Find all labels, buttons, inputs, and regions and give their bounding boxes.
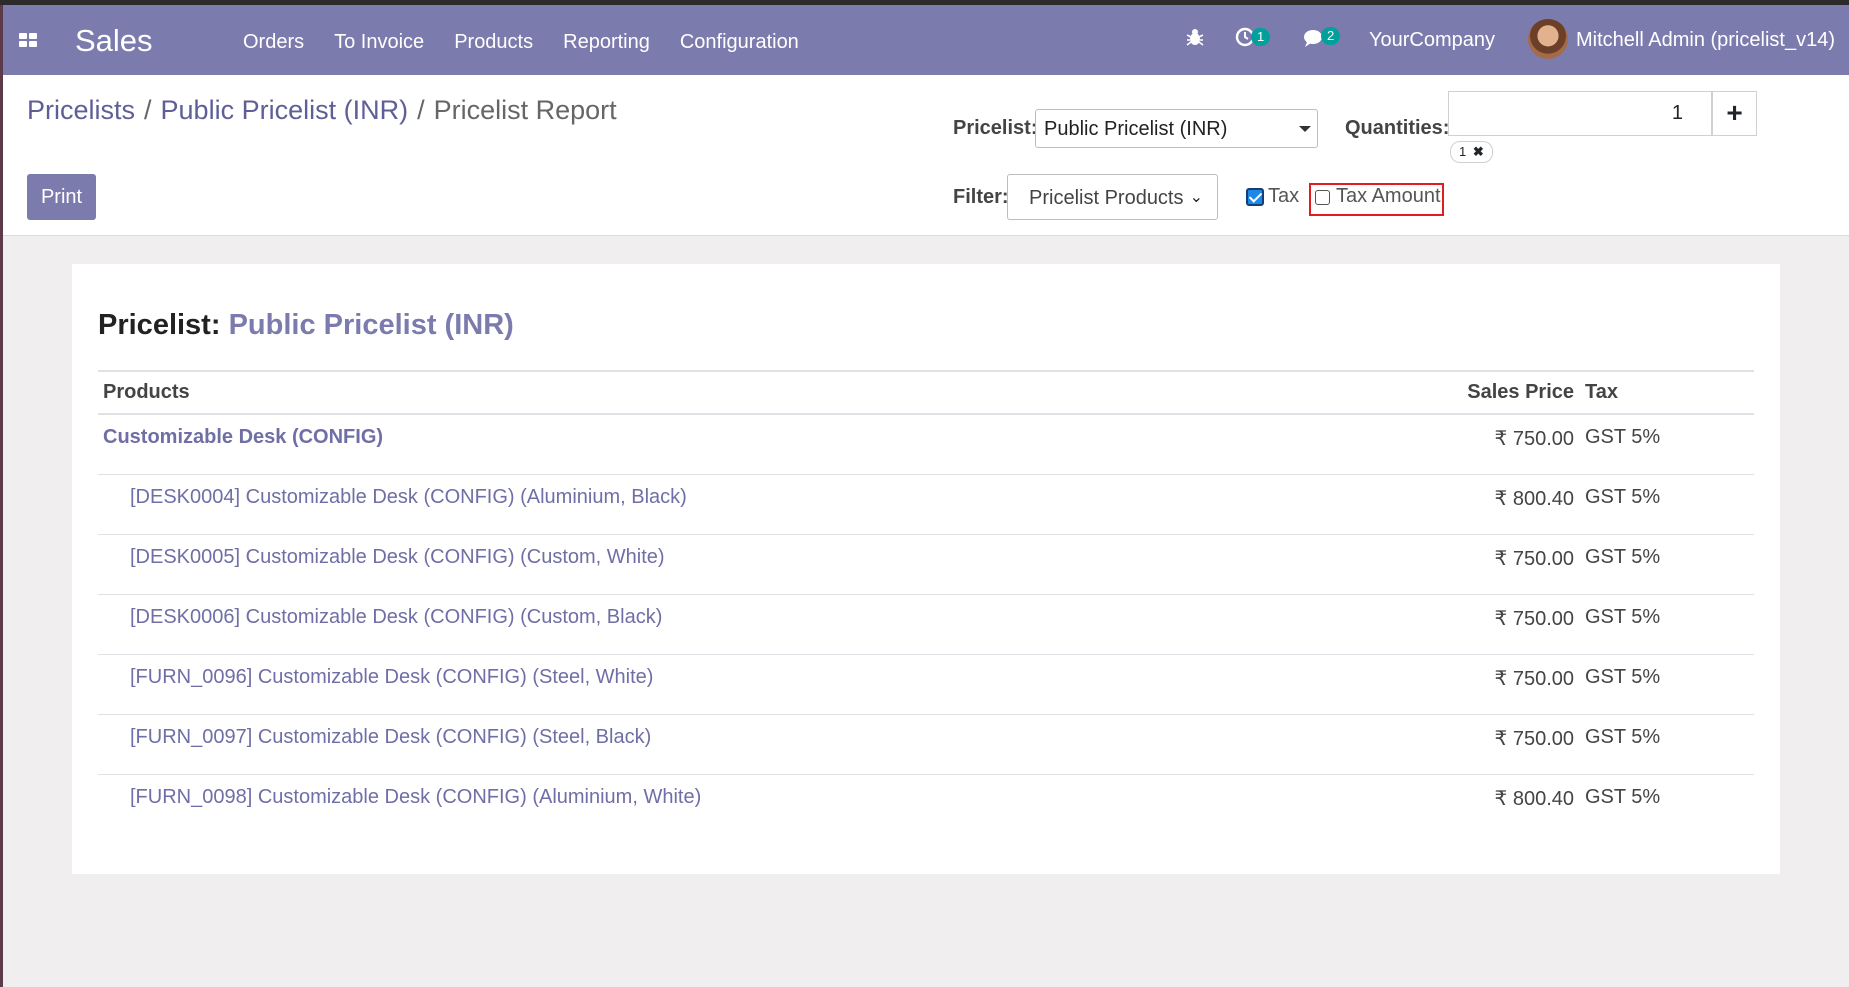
main-menu: Orders To Invoice Products Reporting Con… <box>243 31 829 54</box>
table-header: Products Sales Price Tax <box>98 370 1754 415</box>
user-menu[interactable]: Mitchell Admin (pricelist_v14) <box>1576 29 1835 52</box>
product-template-link[interactable]: Customizable Desk (CONFIG) <box>103 426 383 449</box>
table-row: [DESK0006] Customizable Desk (CONFIG) (C… <box>98 595 1754 655</box>
table-row: [DESK0005] Customizable Desk (CONFIG) (C… <box>98 535 1754 595</box>
company-switcher[interactable]: YourCompany <box>1369 29 1495 52</box>
filter-label: Filter: <box>953 186 1009 208</box>
tax-value: GST 5% <box>1585 606 1661 628</box>
breadcrumb-separator: / <box>144 95 152 125</box>
apps-icon[interactable] <box>19 33 39 49</box>
menu-reporting[interactable]: Reporting <box>563 31 650 54</box>
product-variant-link[interactable]: [DESK0004] Customizable Desk (CONFIG) (A… <box>130 486 687 509</box>
table-row: [FURN_0098] Customizable Desk (CONFIG) (… <box>98 775 1754 834</box>
table-row: [FURN_0096] Customizable Desk (CONFIG) (… <box>98 655 1754 715</box>
report-sheet: Pricelist: Public Pricelist (INR) Produc… <box>72 264 1780 874</box>
table-row: [DESK0004] Customizable Desk (CONFIG) (A… <box>98 475 1754 535</box>
add-quantity-button[interactable]: + <box>1712 91 1757 136</box>
avatar[interactable] <box>1528 19 1568 59</box>
menu-configuration[interactable]: Configuration <box>680 31 799 54</box>
sales-price: ₹ 750.00 <box>1494 728 1574 750</box>
breadcrumb-public-pricelist[interactable]: Public Pricelist (INR) <box>161 95 409 125</box>
quantity-tag[interactable]: 1 ✖ <box>1450 141 1493 163</box>
quantities-label: Quantities: <box>1345 117 1450 139</box>
activity-badge: 1 <box>1251 28 1271 46</box>
sales-price: ₹ 800.40 <box>1494 488 1574 510</box>
tax-amount-checkbox[interactable] <box>1315 190 1330 205</box>
tax-amount-checkbox-label[interactable]: Tax Amount <box>1336 185 1441 208</box>
filter-select[interactable]: Pricelist Products ⌄ <box>1007 174 1218 220</box>
column-products: Products <box>103 381 190 403</box>
top-navbar: Sales Orders To Invoice Products Reporti… <box>3 5 1849 75</box>
breadcrumb-separator: / <box>417 95 425 125</box>
pricelist-table: Products Sales Price Tax Customizable De… <box>98 370 1754 834</box>
table-row: Customizable Desk (CONFIG) ₹ 750.00 GST 5% <box>98 415 1754 475</box>
menu-orders[interactable]: Orders <box>243 31 304 54</box>
menu-products[interactable]: Products <box>454 31 533 54</box>
remove-tag-icon[interactable]: ✖ <box>1473 144 1484 159</box>
filter-select-value: Pricelist Products <box>1029 187 1184 209</box>
pricelist-label: Pricelist: <box>953 117 1038 139</box>
breadcrumb: Pricelists / Public Pricelist (INR) / Pricel… <box>27 95 617 126</box>
app-name[interactable]: Sales <box>75 23 153 59</box>
column-sales-price: Sales Price <box>1467 381 1574 403</box>
sales-price: ₹ 800.40 <box>1494 788 1574 810</box>
breadcrumb-pricelists[interactable]: Pricelists <box>27 95 135 125</box>
product-variant-link[interactable]: [FURN_0097] Customizable Desk (CONFIG) (… <box>130 726 651 749</box>
report-title-label: Pricelist: <box>98 309 221 341</box>
product-variant-link[interactable]: [FURN_0098] Customizable Desk (CONFIG) (… <box>130 786 701 809</box>
tax-value: GST 5% <box>1585 546 1661 568</box>
menu-to-invoice[interactable]: To Invoice <box>334 31 424 54</box>
tax-value: GST 5% <box>1585 486 1661 508</box>
pricelist-select-value: Public Pricelist (INR) <box>1044 118 1228 140</box>
quantity-tag-label: 1 <box>1459 144 1467 159</box>
chevron-down-icon: ⌄ <box>1189 189 1203 206</box>
pricelist-select[interactable]: Public Pricelist (INR) <box>1035 109 1318 148</box>
sales-price: ₹ 750.00 <box>1494 428 1574 450</box>
table-body: Customizable Desk (CONFIG) ₹ 750.00 GST 5%… <box>98 415 1754 834</box>
tax-value: GST 5% <box>1585 426 1661 448</box>
product-variant-link[interactable]: [DESK0006] Customizable Desk (CONFIG) (C… <box>130 606 662 629</box>
tax-value: GST 5% <box>1585 786 1661 808</box>
table-row: [FURN_0097] Customizable Desk (CONFIG) (… <box>98 715 1754 775</box>
message-badge: 2 <box>1321 27 1341 45</box>
bug-icon[interactable] <box>1186 27 1204 53</box>
product-variant-link[interactable]: [FURN_0096] Customizable Desk (CONFIG) (… <box>130 666 653 689</box>
column-tax: Tax <box>1585 381 1618 403</box>
quantity-input[interactable]: 1 <box>1448 91 1712 136</box>
print-button[interactable]: Print <box>27 174 96 220</box>
sales-price: ₹ 750.00 <box>1494 608 1574 630</box>
tax-value: GST 5% <box>1585 726 1661 748</box>
report-title-value: Public Pricelist (INR) <box>228 309 514 341</box>
report-title: Pricelist: Public Pricelist (INR) <box>98 309 514 342</box>
tax-value: GST 5% <box>1585 666 1661 688</box>
tax-checkbox-label[interactable]: Tax <box>1268 185 1299 208</box>
caret-down-icon <box>1299 126 1311 132</box>
sales-price: ₹ 750.00 <box>1494 668 1574 690</box>
sales-price: ₹ 750.00 <box>1494 548 1574 570</box>
tax-checkbox[interactable] <box>1246 188 1264 206</box>
breadcrumb-current: Pricelist Report <box>433 95 617 125</box>
product-variant-link[interactable]: [DESK0005] Customizable Desk (CONFIG) (C… <box>130 546 665 569</box>
